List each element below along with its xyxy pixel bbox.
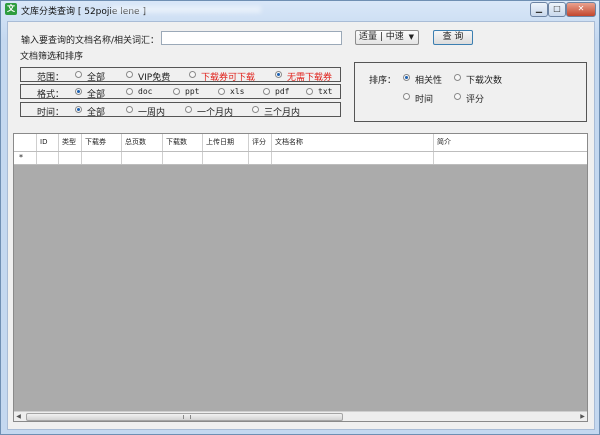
search-label: 输入要查询的文档名称/相关词汇： — [21, 36, 160, 46]
column-header-downloads[interactable]: 下载数 — [163, 134, 203, 151]
table-cell[interactable] — [203, 152, 249, 164]
time-option-three-months: 三个月内 — [264, 108, 301, 118]
grid-header: ID 类型 下载券 总页数 下载数 上传日期 评分 文档名称 简介 — [14, 134, 587, 152]
sort-label: 排序： — [369, 76, 397, 86]
column-header-summary[interactable]: 简介 — [434, 134, 587, 151]
time-radio-all[interactable] — [75, 106, 82, 113]
sort-radio-rating[interactable] — [454, 93, 461, 100]
format-option-all: 全部 — [87, 90, 106, 100]
column-header-type[interactable]: 类型 — [59, 134, 82, 151]
format-radio-xls[interactable] — [218, 88, 225, 95]
format-radio-txt[interactable] — [306, 88, 313, 95]
query-button[interactable]: 查 询 — [433, 30, 473, 45]
format-filter-row: 格式： 全部 doc ppt xls pdf txt — [20, 84, 341, 100]
format-option-doc: doc — [138, 87, 153, 96]
app-icon: 文 — [5, 3, 17, 15]
speed-select[interactable]: 适量 | 中速 ▼ — [355, 30, 419, 45]
time-filter-row: 时间： 全部 一周内 一个月内 三个月内 — [20, 102, 341, 118]
title-blur-overlay — [111, 6, 261, 13]
time-option-all: 全部 — [87, 108, 106, 118]
scope-radio-coupon[interactable] — [189, 71, 196, 78]
scope-radio-vip[interactable] — [126, 71, 133, 78]
horizontal-scrollbar[interactable]: ◀ ▶ — [14, 411, 587, 421]
format-option-pdf: pdf — [275, 87, 290, 96]
results-grid[interactable]: ID 类型 下载券 总页数 下载数 上传日期 评分 文档名称 简介 * ◀ ▶ — [13, 133, 588, 422]
scope-option-all: 全部 — [87, 73, 106, 83]
filter-group-title: 文档筛选和排序 — [20, 52, 84, 62]
table-row[interactable]: * — [14, 152, 587, 165]
format-option-ppt: ppt — [185, 87, 200, 96]
scroll-left-icon[interactable]: ◀ — [14, 412, 23, 421]
search-input[interactable] — [161, 31, 342, 45]
table-cell[interactable] — [82, 152, 122, 164]
grip-icon — [183, 415, 191, 419]
sort-radio-time[interactable] — [403, 93, 410, 100]
column-header-coupon[interactable]: 下载券 — [82, 134, 122, 151]
row-header-corner — [14, 134, 37, 151]
minimize-button[interactable]: ▁ — [530, 2, 548, 17]
scope-radio-all[interactable] — [75, 71, 82, 78]
chevron-down-icon: ▼ — [408, 33, 414, 41]
sort-option-rating: 评分 — [466, 95, 485, 105]
table-cell[interactable] — [434, 152, 587, 164]
table-cell[interactable] — [37, 152, 59, 164]
format-option-txt: txt — [318, 87, 333, 96]
scroll-right-icon[interactable]: ▶ — [578, 412, 587, 421]
time-label: 时间： — [37, 108, 65, 118]
table-cell[interactable] — [59, 152, 82, 164]
table-cell[interactable] — [249, 152, 272, 164]
sort-panel: 排序： 相关性 下载次数 时间 评分 — [354, 62, 587, 122]
column-header-name[interactable]: 文档名称 — [272, 134, 434, 151]
column-header-pages[interactable]: 总页数 — [122, 134, 163, 151]
scope-option-free: 无需下载券 — [287, 73, 333, 83]
scope-filter-row: 范围： 全部 VIP免费 下载券可下载 无需下载券 — [20, 67, 341, 83]
format-radio-pdf[interactable] — [263, 88, 270, 95]
sort-radio-relevance[interactable] — [403, 74, 410, 81]
time-option-week: 一周内 — [138, 108, 166, 118]
scope-radio-free[interactable] — [275, 71, 282, 78]
speed-select-value: 适量 | 中速 — [359, 32, 404, 42]
column-header-rating[interactable]: 评分 — [249, 134, 272, 151]
scope-option-vip: VIP免费 — [138, 73, 171, 83]
format-radio-doc[interactable] — [126, 88, 133, 95]
scope-label: 范围： — [37, 73, 65, 83]
scope-option-coupon: 下载券可下载 — [201, 73, 256, 83]
title-bar[interactable]: 文 文库分类查询 [ 52pojie lene ] ▁ □ ✕ — [1, 1, 599, 19]
table-cell[interactable] — [122, 152, 163, 164]
column-header-upload-date[interactable]: 上传日期 — [203, 134, 249, 151]
sort-option-downloads: 下载次数 — [466, 76, 503, 86]
table-cell[interactable] — [272, 152, 434, 164]
new-row-marker: * — [14, 152, 37, 164]
time-radio-month[interactable] — [185, 106, 192, 113]
table-cell[interactable] — [163, 152, 203, 164]
time-option-month: 一个月内 — [197, 108, 234, 118]
column-header-id[interactable]: ID — [37, 134, 59, 151]
main-panel: 输入要查询的文档名称/相关词汇： 适量 | 中速 ▼ 查 询 文档筛选和排序 范… — [7, 21, 595, 430]
maximize-button[interactable]: □ — [548, 2, 566, 17]
sort-radio-downloads[interactable] — [454, 74, 461, 81]
sort-option-relevance: 相关性 — [415, 76, 443, 86]
format-option-xls: xls — [230, 87, 245, 96]
close-button[interactable]: ✕ — [566, 2, 596, 17]
format-radio-ppt[interactable] — [173, 88, 180, 95]
time-radio-week[interactable] — [126, 106, 133, 113]
format-label: 格式： — [37, 90, 65, 100]
format-radio-all[interactable] — [75, 88, 82, 95]
app-window: 文 文库分类查询 [ 52pojie lene ] ▁ □ ✕ 输入要查询的文档… — [0, 0, 600, 435]
sort-option-time: 时间 — [415, 95, 434, 105]
scrollbar-thumb[interactable] — [26, 413, 343, 421]
time-radio-three-months[interactable] — [252, 106, 259, 113]
